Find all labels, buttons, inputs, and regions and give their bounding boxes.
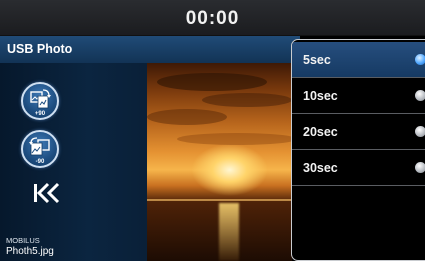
app-header: USB Photo [0,36,300,63]
interval-option-20sec[interactable]: 20sec [292,114,425,150]
rotate-left-button[interactable]: -90 [21,130,59,168]
folder-name: MOBILUS [6,236,40,245]
clock: 00:00 [185,8,240,29]
status-bar: 00:00 [0,0,425,36]
rotate-right-button[interactable]: +90 [21,82,59,120]
file-info: MOBILUS Photh5.jpg [6,236,54,258]
interval-option-5sec[interactable]: 5sec [292,42,425,78]
slideshow-interval-menu: 5sec 10sec 20sec 30sec [291,39,425,261]
rotate-right-icon: +90 [30,89,51,117]
interval-label: 10sec [303,89,338,103]
interval-label: 20sec [303,125,338,139]
photo-detail [147,199,292,201]
back-button[interactable] [28,180,64,206]
interval-option-30sec[interactable]: 30sec [292,150,425,186]
radio-icon [415,90,425,101]
file-name: Photh5.jpg [6,246,54,257]
photo-detail [147,109,227,125]
photo-detail [157,73,267,91]
photo-detail [219,203,239,261]
rotate-right-label: +90 [35,111,46,117]
interval-option-10sec[interactable]: 10sec [292,78,425,114]
photo-detail [177,133,292,145]
page-title: USB Photo [7,42,73,56]
photo-viewer[interactable] [147,63,292,261]
photo-detail [202,93,292,107]
rotate-left-label: -90 [36,159,45,165]
radio-icon [415,162,425,173]
radio-icon [415,126,425,137]
interval-label: 30sec [303,161,338,175]
radio-icon [415,54,425,65]
rotate-left-icon: -90 [29,137,50,165]
back-icon [34,182,60,204]
interval-label: 5sec [303,53,331,67]
